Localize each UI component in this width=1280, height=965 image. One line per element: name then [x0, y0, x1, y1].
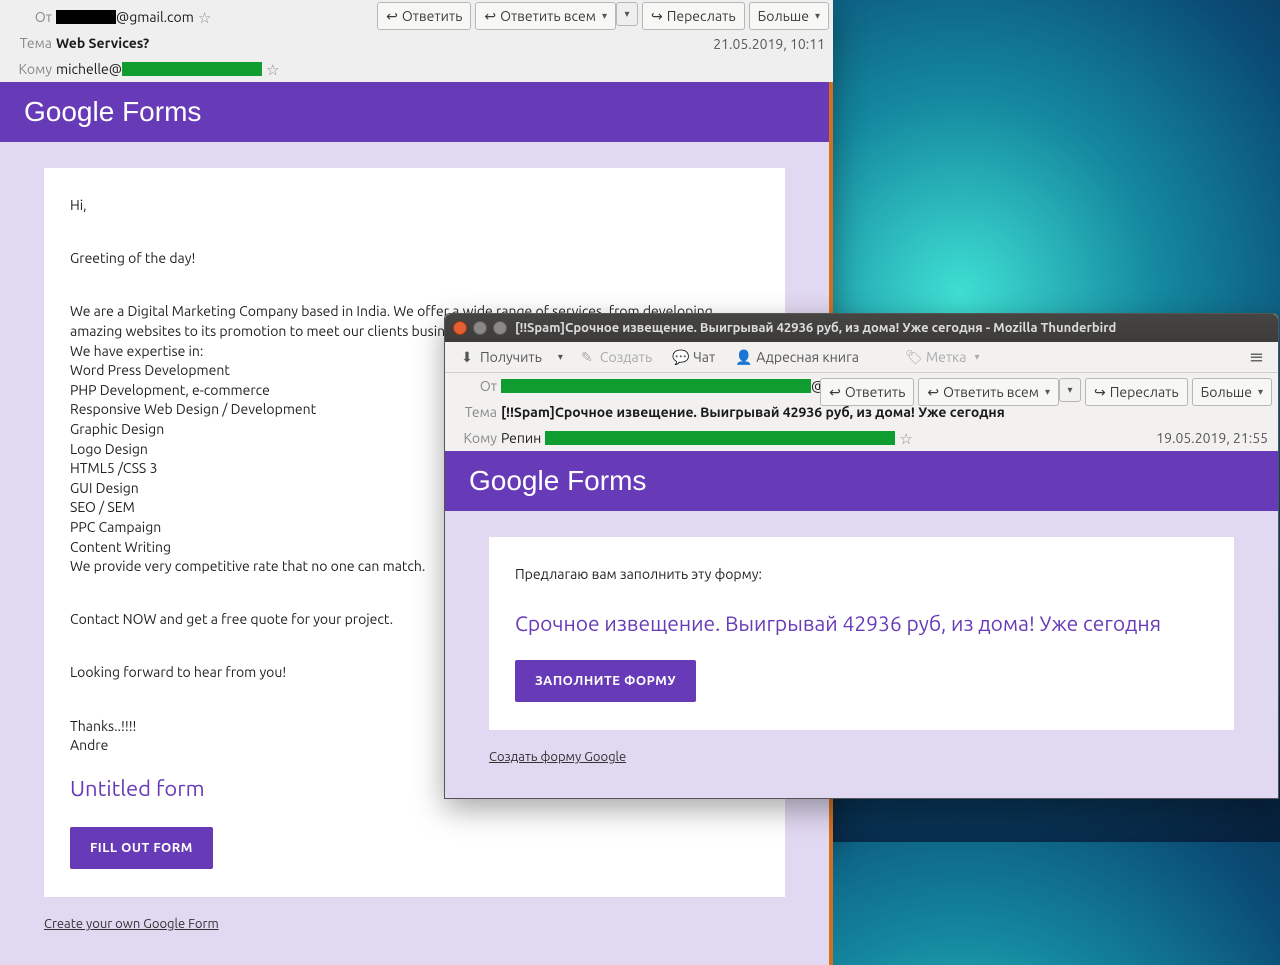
- abook-label: Адресная книга: [756, 349, 859, 365]
- forward-button[interactable]: ↪ Переслать: [642, 2, 745, 30]
- main-toolbar: ⬇ Получить ▾ ✎ Создать 💬 Чат 👤 Адресная …: [445, 342, 1278, 373]
- reply-button[interactable]: ↩ Ответить: [820, 378, 914, 406]
- star-icon[interactable]: ☆: [895, 431, 916, 446]
- window-title: [!!Spam]Срочное извещение. Выигрывай 429…: [515, 321, 1116, 335]
- google-logo-text: Google: [469, 465, 559, 496]
- to-value: michelle@: [56, 61, 122, 77]
- create-form-link[interactable]: Create your own Google Form: [44, 917, 219, 931]
- forward-icon: ↪: [1094, 384, 1106, 401]
- reply-all-icon: ↩: [927, 384, 939, 401]
- fill-out-form-button[interactable]: ЗАПОЛНИТЕ ФОРМУ: [515, 660, 696, 702]
- from-value: @gmail.com: [116, 9, 194, 25]
- chat-icon: 💬: [672, 349, 688, 365]
- subject-value: Web Services?: [56, 35, 149, 51]
- reply-button[interactable]: ↩ Ответить: [377, 2, 471, 30]
- compose-button[interactable]: ✎ Создать: [573, 346, 658, 368]
- chevron-down-icon: ▾: [1258, 386, 1263, 398]
- get-mail-button[interactable]: ⬇ Получить: [453, 346, 548, 368]
- reply-all-icon: ↩: [484, 8, 496, 25]
- tag-button[interactable]: 🏷 Метка ▾: [899, 346, 986, 368]
- chat-button[interactable]: 💬 Чат: [666, 346, 721, 368]
- get-mail-menu[interactable]: ▾: [556, 348, 565, 366]
- chat-label: Чат: [693, 349, 715, 365]
- more-button[interactable]: Больше ▾: [1192, 378, 1272, 406]
- to-label: Кому: [451, 430, 501, 446]
- form-title: Срочное извещение. Выигрывай 42936 руб, …: [515, 609, 1208, 638]
- google-forms-header: Google Forms: [0, 82, 829, 142]
- chevron-down-icon: ▾: [602, 10, 607, 22]
- address-book-button[interactable]: 👤 Адресная книга: [729, 346, 865, 368]
- chevron-down-icon: ▾: [1045, 386, 1050, 398]
- redacted-green: [545, 431, 895, 445]
- reply-all-button[interactable]: ↩ Ответить всем ▾: [918, 378, 1059, 406]
- more-button[interactable]: Больше ▾: [749, 2, 829, 30]
- window-title-bar: [!!Spam]Срочное извещение. Выигрывай 429…: [445, 314, 1278, 342]
- redacted-green: [122, 62, 262, 76]
- tag-icon: 🏷: [905, 349, 921, 365]
- subject-label: Тема: [451, 404, 501, 420]
- datetime-label: 19.05.2019, 21:55: [1156, 430, 1268, 446]
- forms-body: Предлагаю вам заполнить эту форму: Срочн…: [445, 511, 1278, 798]
- close-icon[interactable]: [453, 321, 467, 335]
- invite-text: Предлагаю вам заполнить эту форму:: [515, 565, 1208, 585]
- reply-icon: ↩: [386, 8, 398, 25]
- forms-text: Forms: [122, 96, 201, 127]
- redacted: [56, 10, 116, 24]
- datetime-label: 21.05.2019, 10:11: [713, 36, 825, 52]
- forward-label: Переслать: [1110, 384, 1179, 400]
- redacted-green: [501, 379, 811, 393]
- more-label: Больше: [758, 8, 809, 24]
- action-bar-1: ↩ Ответить ↩ Ответить всем ▾ ▾ ↪ Пересла…: [377, 2, 829, 30]
- reply-all-menu-button[interactable]: ▾: [616, 2, 638, 26]
- window-controls: [453, 321, 507, 335]
- email-window-2: [!!Spam]Срочное извещение. Выигрывай 429…: [444, 313, 1279, 799]
- person-icon: 👤: [735, 349, 751, 365]
- from-label: От: [451, 378, 501, 394]
- more-label: Больше: [1201, 384, 1252, 400]
- to-value: Репин: [501, 430, 541, 446]
- action-bar-2: ↩ Ответить ↩ Ответить всем ▾ ▾ ↪ Пересла…: [820, 378, 1272, 406]
- reply-label: Ответить: [402, 8, 463, 24]
- create-form-link[interactable]: Создать форму Google: [489, 750, 626, 764]
- tag-label: Метка: [926, 349, 967, 365]
- star-icon[interactable]: ☆: [262, 62, 283, 77]
- forms-text: Forms: [567, 465, 646, 496]
- reply-all-menu-button[interactable]: ▾: [1059, 378, 1081, 402]
- download-icon: ⬇: [459, 349, 475, 365]
- to-label: Кому: [6, 61, 56, 77]
- from-label: От: [6, 9, 56, 25]
- forward-label: Переслать: [667, 8, 736, 24]
- google-forms-header: Google Forms: [445, 451, 1278, 511]
- reply-icon: ↩: [829, 384, 841, 401]
- forward-icon: ↪: [651, 8, 663, 25]
- reply-all-button[interactable]: ↩ Ответить всем ▾: [475, 2, 616, 30]
- forms-card: Предлагаю вам заполнить эту форму: Срочн…: [489, 537, 1234, 730]
- forward-button[interactable]: ↪ Переслать: [1085, 378, 1188, 406]
- menu-button[interactable]: ≡: [1243, 347, 1270, 368]
- fill-out-form-button[interactable]: FILL OUT FORM: [70, 827, 213, 869]
- maximize-icon[interactable]: [493, 321, 507, 335]
- google-forms-section: Google Forms Предлагаю вам заполнить эту…: [445, 451, 1278, 798]
- pencil-icon: ✎: [579, 349, 595, 365]
- reply-label: Ответить: [845, 384, 906, 400]
- google-logo-text: Google: [24, 96, 114, 127]
- reply-all-label: Ответить всем: [500, 8, 596, 24]
- get-mail-label: Получить: [480, 349, 542, 365]
- compose-label: Создать: [600, 349, 652, 365]
- subject-value: [!!Spam]Срочное извещение. Выигрывай 429…: [501, 404, 1005, 420]
- reply-all-label: Ответить всем: [943, 384, 1039, 400]
- minimize-icon[interactable]: [473, 321, 487, 335]
- chevron-down-icon: ▾: [815, 10, 820, 22]
- chevron-down-icon: ▾: [974, 351, 979, 363]
- star-icon[interactable]: ☆: [194, 10, 215, 25]
- subject-label: Тема: [6, 35, 56, 51]
